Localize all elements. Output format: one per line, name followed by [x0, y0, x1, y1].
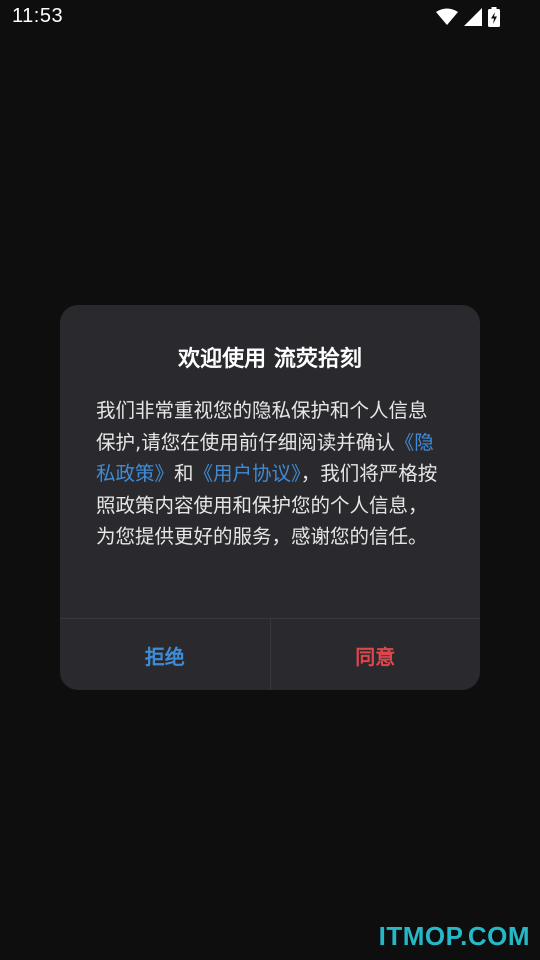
dialog-body: 我们非常重视您的隐私保护和个人信息保护,请您在使用前仔细阅读并确认《隐私政策》和…	[96, 395, 444, 553]
status-time: 11:53	[12, 5, 64, 27]
dialog-actions: 拒绝 同意	[60, 618, 480, 690]
cellular-signal-icon	[464, 8, 482, 26]
battery-charging-icon	[488, 7, 500, 27]
agree-button[interactable]: 同意	[271, 619, 481, 690]
body-connector: 和	[174, 462, 194, 485]
status-bar: 11:53	[0, 0, 540, 36]
watermark-text: ITMOP.COM	[378, 921, 530, 951]
privacy-dialog: 欢迎使用 流荧拾刻 我们非常重视您的隐私保护和个人信息保护,请您在使用前仔细阅读…	[60, 305, 480, 690]
body-text-before: 我们非常重视您的隐私保护和个人信息保护,请您在使用前仔细阅读并确认	[96, 399, 428, 454]
app-screen: 11:53 欢迎使用 流荧拾刻 我们非常重视您的隐私保护和个人信息保护,请您在使…	[0, 0, 540, 960]
reject-button[interactable]: 拒绝	[60, 619, 270, 690]
status-icons	[436, 6, 500, 28]
user-agreement-link[interactable]: 《用户协议》	[194, 462, 301, 485]
dialog-title: 欢迎使用 流荧拾刻	[178, 347, 362, 372]
wifi-icon	[436, 8, 458, 26]
